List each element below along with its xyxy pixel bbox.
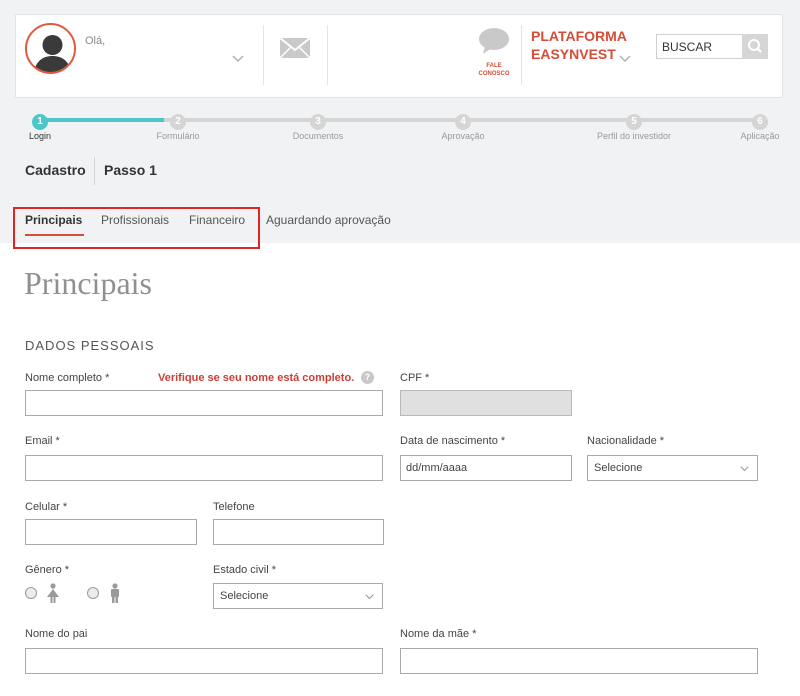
data-nascimento-input[interactable] xyxy=(400,455,572,481)
telefone-label: Telefone xyxy=(213,501,255,513)
email-input[interactable] xyxy=(25,455,383,481)
estado-civil-label: Estado civil * xyxy=(213,564,276,576)
divider xyxy=(263,25,264,85)
step-number: 5 xyxy=(626,114,642,130)
step-number: 4 xyxy=(455,114,471,130)
nacionalidade-select[interactable]: Selecione xyxy=(587,455,758,481)
page-title: Principais xyxy=(24,265,152,301)
nome-completo-label: Nome completo * xyxy=(25,372,110,384)
section-title: DADOS PESSOAIS xyxy=(25,338,155,353)
nome-pai-label: Nome do pai xyxy=(25,628,88,640)
help-icon[interactable]: ? xyxy=(361,371,374,384)
cpf-input xyxy=(400,390,572,416)
estado-civil-value: Selecione xyxy=(220,590,269,602)
celular-label: Celular * xyxy=(25,501,68,513)
progress-stepper: 1 Login 2 Formulário 3 Documentos 4 Apro… xyxy=(0,108,800,148)
cpf-label: CPF * xyxy=(400,372,430,384)
step-label: Documentos xyxy=(292,131,344,141)
step-aprovacao: 4 Aprovação xyxy=(403,111,523,141)
data-nascimento-label: Data de nascimento * xyxy=(400,435,506,447)
nome-completo-input[interactable] xyxy=(25,390,383,416)
telefone-input[interactable] xyxy=(213,519,384,545)
breadcrumb-section: Cadastro xyxy=(25,162,86,178)
platform-menu[interactable]: PLATAFORMA EASYNVEST xyxy=(531,27,627,63)
step-number: 3 xyxy=(310,114,326,130)
search-button[interactable] xyxy=(742,34,768,59)
nacionalidade-value: Selecione xyxy=(594,462,643,474)
nome-mae-label: Nome da mãe * xyxy=(400,628,477,640)
step-number: 1 xyxy=(32,114,48,130)
user-menu-chevron-down-icon[interactable] xyxy=(232,55,244,63)
step-login: 1 Login xyxy=(0,111,100,141)
platform-label-line1: PLATAFORMA xyxy=(531,28,627,44)
platform-chevron-down-icon[interactable] xyxy=(619,55,631,63)
step-aplicacao: 6 Aplicação xyxy=(700,111,800,141)
platform-label-line2: EASYNVEST xyxy=(531,46,616,62)
divider xyxy=(521,25,522,85)
genero-male-radio[interactable] xyxy=(87,587,99,599)
genero-label: Gênero * xyxy=(25,564,70,576)
step-documentos: 3 Documentos xyxy=(258,111,378,141)
chat-button[interactable]: FALE CONOSCO xyxy=(474,27,514,78)
email-label: Email * xyxy=(25,435,60,447)
nacionalidade-label: Nacionalidade * xyxy=(587,435,665,447)
tab-aguardando-aprovacao[interactable]: Aguardando aprovação xyxy=(266,213,391,227)
user-silhouette-icon xyxy=(33,35,72,72)
chevron-down-icon xyxy=(365,594,374,600)
step-label: Perfil do investidor xyxy=(596,131,672,141)
estado-civil-select[interactable]: Selecione xyxy=(213,583,383,609)
mail-icon[interactable] xyxy=(279,37,311,59)
celular-input[interactable] xyxy=(25,519,197,545)
step-label: Formulário xyxy=(156,131,200,141)
header-bar: Olá, FALE CONOSCO PLATAFORMA EASYNVEST xyxy=(15,14,783,98)
female-icon xyxy=(47,583,59,603)
step-label: Aprovação xyxy=(441,131,485,141)
chevron-down-icon xyxy=(740,466,749,472)
step-number: 6 xyxy=(752,114,768,130)
chat-label-line2: CONOSCO xyxy=(478,71,510,77)
step-perfil-investidor: 5 Perfil do investidor xyxy=(574,111,694,141)
avatar[interactable] xyxy=(25,23,76,74)
search-icon xyxy=(748,39,762,53)
step-label: Login xyxy=(28,131,52,141)
chat-bubble-icon xyxy=(479,28,509,54)
divider xyxy=(327,25,328,85)
breadcrumb-step: Passo 1 xyxy=(104,162,157,178)
nome-mae-input[interactable] xyxy=(400,648,758,674)
step-label: Aplicação xyxy=(740,131,780,141)
search-box xyxy=(656,34,768,59)
breadcrumb-divider xyxy=(94,157,95,185)
nome-warning: Verifique se seu nome está completo. xyxy=(158,372,355,384)
genero-female-radio[interactable] xyxy=(25,587,37,599)
step-formulario: 2 Formulário xyxy=(118,111,238,141)
search-input[interactable] xyxy=(657,35,743,58)
step-number: 2 xyxy=(170,114,186,130)
male-icon xyxy=(111,583,119,603)
chat-label-line1: FALE xyxy=(486,63,502,69)
highlight-box xyxy=(13,207,260,249)
greeting-text: Olá, xyxy=(85,35,106,47)
nome-pai-input[interactable] xyxy=(25,648,383,674)
